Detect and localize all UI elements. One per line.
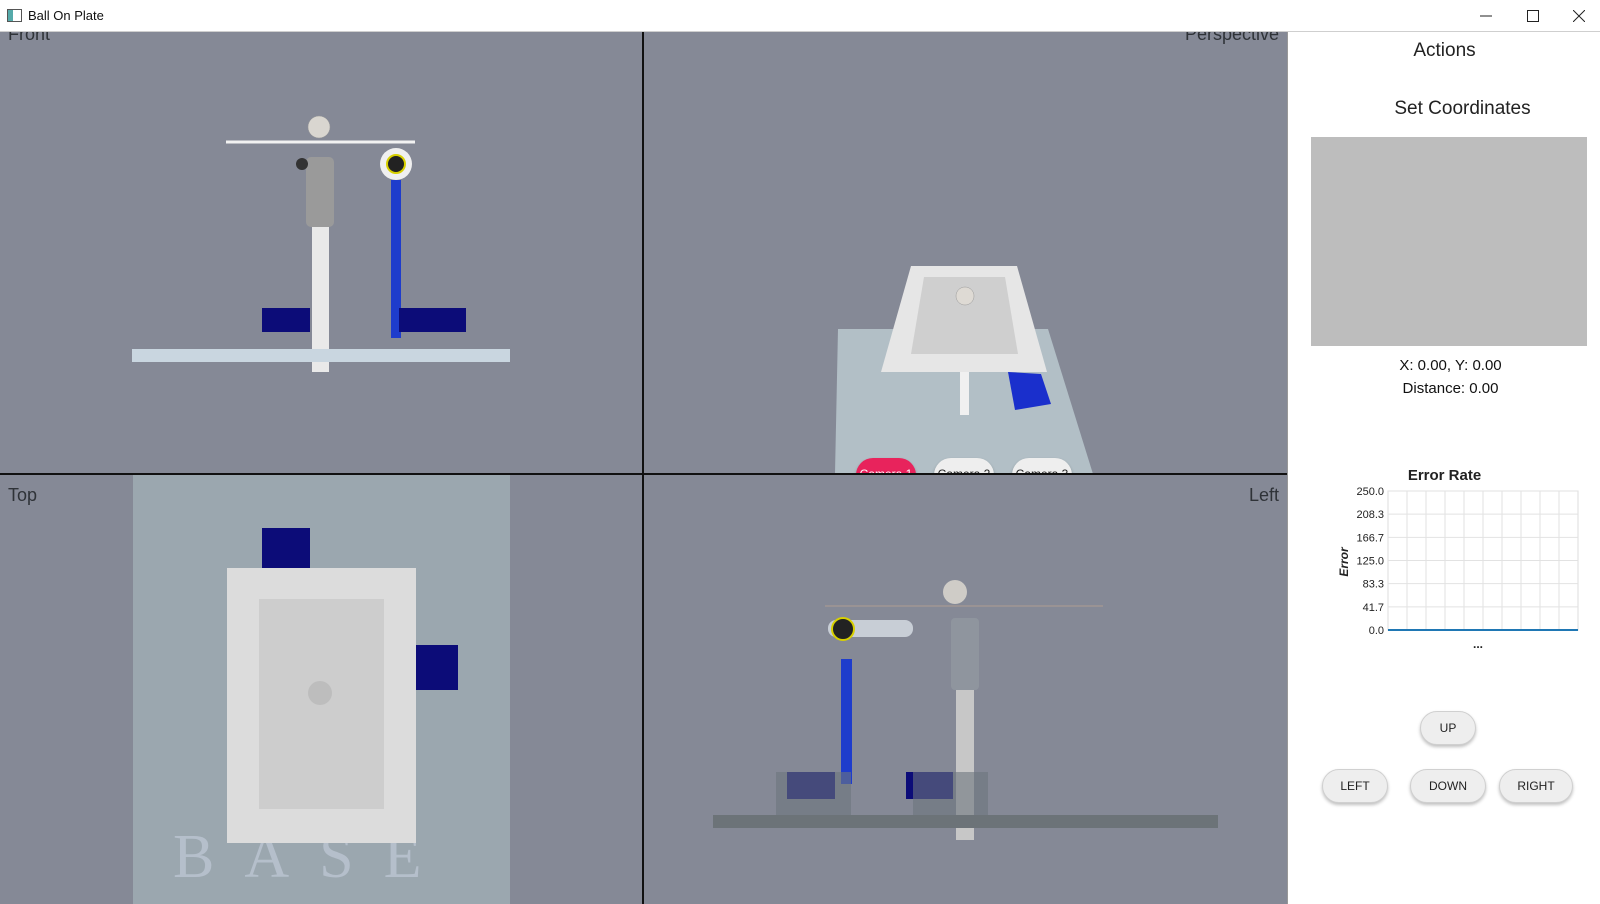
horizontal-divider: [0, 473, 1287, 475]
servo-motor-right: [416, 645, 458, 690]
app-icon: [7, 9, 22, 22]
base-plate: [132, 349, 510, 362]
servo-hub: [386, 154, 406, 174]
down-button[interactable]: DOWN: [1410, 769, 1486, 803]
viewport-grid: Front Perspective Camera 1 Camera 2 Came…: [0, 32, 1287, 904]
top-viewport[interactable]: Top BASE: [0, 475, 642, 904]
servo-motor-right: [399, 308, 466, 332]
camera-1-button[interactable]: Camera 1: [856, 458, 916, 474]
error-rate-chart: 250.0 208.3 166.7 125.0 83.3 41.7 0.0 Error...: [1337, 487, 1579, 651]
camera-2-button[interactable]: Camera 2: [934, 458, 994, 474]
joint-housing: [306, 157, 334, 227]
servo-mount-left: [776, 772, 851, 817]
ball: [308, 681, 332, 705]
close-icon: [1572, 9, 1586, 23]
base-stand: [312, 362, 329, 372]
chart-y-tick-label: 41.7: [1363, 602, 1384, 614]
actions-title: Actions: [1413, 40, 1476, 61]
chart-y-tick-label: 250.0: [1356, 487, 1384, 498]
set-coordinates-title: Set Coordinates: [1394, 98, 1531, 119]
maximize-button[interactable]: [1510, 0, 1556, 32]
chart-y-tick-label: 208.3: [1356, 509, 1384, 521]
base-plate: [713, 815, 1218, 828]
support-column: [312, 217, 329, 372]
actions-panel: Actions Set Coordinates X: 0.00, Y: 0.00…: [1287, 32, 1600, 904]
coordinates-readout: X: 0.00, Y: 0.00: [1399, 357, 1502, 374]
ball: [955, 286, 975, 306]
chart-y-tick-label: 166.7: [1356, 532, 1384, 544]
left-viewport[interactable]: Left: [643, 475, 1287, 904]
top-scene: BASE: [133, 475, 510, 904]
servo-motor-top: [262, 528, 310, 568]
front-scene: [132, 115, 510, 372]
close-button[interactable]: [1556, 0, 1600, 32]
chart-x-axis-label: ...: [1473, 637, 1483, 651]
distance-readout: Distance: 0.00: [1402, 380, 1499, 397]
ball: [307, 115, 331, 139]
servo-mount-right: [913, 772, 988, 817]
servo-motor-left: [262, 308, 310, 332]
chart-y-tick-label: 125.0: [1356, 556, 1384, 568]
left-scene: [713, 580, 1218, 840]
vertical-divider: [642, 32, 644, 904]
title-bar: Ball On Plate: [0, 0, 1600, 32]
ball: [943, 580, 967, 604]
support-column: [960, 372, 969, 415]
camera-3-button[interactable]: Camera 3: [1012, 458, 1072, 474]
chart-y-tick-label: 0.0: [1369, 625, 1384, 637]
joint-housing: [951, 618, 979, 690]
window-title: Ball On Plate: [28, 8, 104, 23]
minimize-icon: [1480, 15, 1492, 17]
left-button[interactable]: LEFT: [1322, 769, 1388, 803]
chart-title: Error Rate: [1407, 467, 1482, 484]
chart-y-axis-label: Error: [1337, 546, 1351, 577]
maximize-icon: [1527, 10, 1539, 22]
perspective-viewport[interactable]: Perspective Camera 1 Camera 2 Camera 3: [643, 32, 1287, 474]
perspective-scene: [835, 266, 1093, 474]
joint-knob: [296, 158, 308, 170]
servo-arm: [841, 659, 852, 784]
front-viewport[interactable]: Front: [0, 32, 642, 474]
right-button[interactable]: RIGHT: [1499, 769, 1573, 803]
servo-hub: [831, 617, 855, 641]
minimize-button[interactable]: [1463, 0, 1509, 32]
chart-y-tick-label: 83.3: [1363, 579, 1384, 591]
coordinate-pad[interactable]: [1311, 137, 1587, 346]
up-button[interactable]: UP: [1420, 711, 1476, 745]
